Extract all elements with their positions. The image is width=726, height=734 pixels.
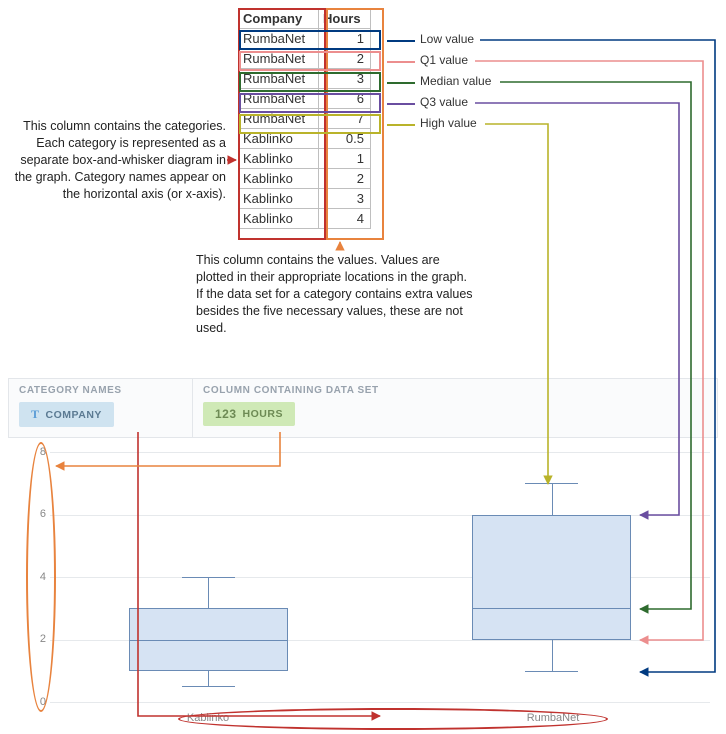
table-row: Kablinko0.5 bbox=[239, 129, 371, 149]
label-q1: Q1 value bbox=[420, 53, 468, 67]
table-row: RumbaNet2 bbox=[239, 49, 371, 69]
boxplot-chart: 0 2 4 6 8 Kablinko Rumba bbox=[8, 448, 718, 726]
table-row: RumbaNet3 bbox=[239, 69, 371, 89]
explain-categories: This column contains the categories. Eac… bbox=[8, 118, 226, 202]
pill-company[interactable]: T COMPANY bbox=[19, 402, 114, 427]
table-row: RumbaNet6 bbox=[239, 89, 371, 109]
box-rumbanet bbox=[472, 515, 630, 640]
pill-hours[interactable]: 123 HOURS bbox=[203, 402, 295, 426]
config-cell-categories: CATEGORY NAMES T COMPANY bbox=[9, 379, 193, 437]
number-type-icon: 123 bbox=[215, 407, 237, 421]
table-row: RumbaNet7 bbox=[239, 109, 371, 129]
diagram-root: Company Hours RumbaNet1 RumbaNet2 RumbaN… bbox=[0, 0, 726, 734]
col-header-hours: Hours bbox=[319, 9, 371, 29]
col-header-company: Company bbox=[239, 9, 319, 29]
data-table: Company Hours RumbaNet1 RumbaNet2 RumbaN… bbox=[238, 8, 371, 229]
config-cell-dataset: COLUMN CONTAINING DATA SET 123 HOURS bbox=[193, 379, 717, 437]
xaxis-highlight-ring bbox=[178, 708, 608, 730]
label-high: High value bbox=[420, 116, 477, 130]
text-type-icon: T bbox=[31, 407, 40, 422]
table-row: Kablinko2 bbox=[239, 169, 371, 189]
table-row: RumbaNet1 bbox=[239, 29, 371, 49]
table-row: Kablinko1 bbox=[239, 149, 371, 169]
explain-values: This column contains the values. Values … bbox=[196, 252, 476, 336]
table-row: Kablinko4 bbox=[239, 209, 371, 229]
table-row: Kablinko3 bbox=[239, 189, 371, 209]
label-q3: Q3 value bbox=[420, 95, 468, 109]
label-median: Median value bbox=[420, 74, 491, 88]
plot-area bbox=[50, 452, 710, 702]
label-low: Low value bbox=[420, 32, 474, 46]
config-row: CATEGORY NAMES T COMPANY COLUMN CONTAINI… bbox=[8, 378, 718, 438]
yaxis-highlight-ring bbox=[26, 442, 56, 712]
